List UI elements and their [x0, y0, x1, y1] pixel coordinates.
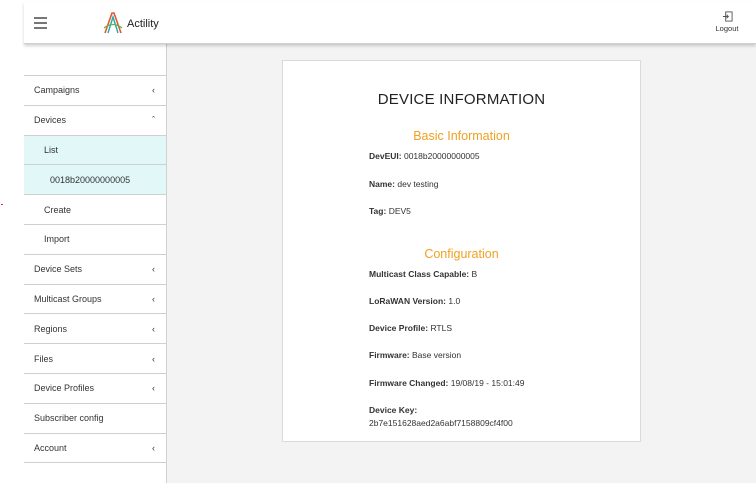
deveui-field: DevEUI: 0018b20000000005	[369, 151, 480, 161]
chevron-left-icon: ‹	[152, 293, 155, 304]
sidebar-item-label: Multicast Groups	[34, 293, 102, 304]
sidebar-item-label: 0018b20000000005	[50, 174, 131, 185]
device-profile-label: Device Profile:	[369, 323, 429, 333]
sidebar-item-label: List	[44, 144, 59, 155]
logout-label: Logout	[715, 24, 739, 33]
device-profile-field: Device Profile: RTLS	[369, 323, 452, 333]
device-key-value: 2b7e151628aed2a6abf7158809cf4f00	[369, 418, 513, 428]
chevron-left-icon: ‹	[152, 353, 155, 364]
sidebar-item-label: Account	[34, 442, 67, 453]
sidebar-item-label: Devices	[34, 115, 67, 126]
sidebar-item-create[interactable]: Create	[24, 195, 166, 225]
firmware-changed-label: Firmware Changed:	[369, 378, 449, 388]
deveui-value: 0018b20000000005	[403, 151, 480, 161]
sidebar-item-multicast-groups[interactable]: Multicast Groups ‹	[24, 285, 166, 315]
sidebar-item-device-0018b20000000005[interactable]: 0018b20000000005	[24, 165, 166, 196]
actility-logo-icon	[103, 12, 123, 34]
hamburger-menu-icon[interactable]	[34, 17, 47, 29]
sidebar-item-subscriber-config[interactable]: Subscriber config	[24, 404, 166, 434]
sidebar-item-campaigns[interactable]: Campaigns ‹	[24, 76, 166, 106]
sidebar-item-label: Files	[34, 353, 54, 364]
sidebar-item-label: Subscriber config	[34, 413, 104, 424]
lorawan-field: LoRaWAN Version: 1.0	[369, 296, 460, 306]
firmware-changed-value: 19/08/19 - 15:01:49	[450, 378, 525, 388]
firmware-label: Firmware:	[369, 350, 410, 360]
sidebar-item-label: Device Sets	[34, 264, 83, 275]
chevron-left-icon: ‹	[152, 264, 155, 275]
logout-button[interactable]: Logout	[712, 11, 742, 33]
actility-logo[interactable]: Actility	[102, 10, 159, 36]
sidebar: Campaigns ‹ Devices ˆ List 0018b20000000…	[24, 44, 167, 483]
deveui-label: DevEUI:	[369, 151, 402, 161]
device-key-label: Device Key:	[369, 405, 418, 415]
sidebar-menu: Campaigns ‹ Devices ˆ List 0018b20000000…	[24, 75, 166, 464]
top-bar: Actility Logout	[24, 2, 756, 44]
chevron-left-icon: ‹	[152, 323, 155, 334]
multicast-label: Multicast Class Capable:	[369, 269, 470, 279]
chevron-up-icon: ˆ	[152, 115, 155, 126]
name-value: dev testing	[397, 179, 439, 189]
sidebar-item-device-sets[interactable]: Device Sets ‹	[24, 255, 166, 285]
main-content: DEVICE INFORMATION Basic Information Dev…	[167, 44, 756, 483]
firmware-value: Base version	[412, 350, 462, 360]
name-label: Name:	[369, 179, 395, 189]
sidebar-item-list[interactable]: List	[24, 135, 166, 166]
configuration-heading: Configuration	[424, 247, 499, 261]
lorawan-value: 1.0	[448, 296, 461, 306]
device-info-card: DEVICE INFORMATION Basic Information Dev…	[282, 60, 641, 442]
sidebar-item-label: Regions	[34, 323, 68, 334]
chevron-left-icon: ‹	[152, 85, 155, 96]
tag-value: DEV5	[388, 206, 411, 216]
multicast-value: B	[471, 269, 478, 279]
sidebar-item-label: Import	[44, 234, 70, 245]
sidebar-item-files[interactable]: Files ‹	[24, 344, 166, 374]
sidebar-item-import[interactable]: Import	[24, 225, 166, 255]
tag-label: Tag:	[369, 206, 387, 216]
sidebar-item-device-profiles[interactable]: Device Profiles ‹	[24, 374, 166, 404]
firmware-changed-field: Firmware Changed: 19/08/19 - 15:01:49	[369, 378, 524, 388]
page-title: DEVICE INFORMATION	[377, 91, 546, 108]
sidebar-item-regions[interactable]: Regions ‹	[24, 314, 166, 345]
name-field: Name: dev testing	[369, 179, 438, 189]
chevron-left-icon: ‹	[152, 442, 155, 453]
firmware-field: Firmware: Base version	[369, 350, 461, 360]
sidebar-item-devices[interactable]: Devices ˆ	[24, 106, 166, 136]
sidebar-item-label: Create	[44, 204, 72, 215]
sidebar-item-label: Device Profiles	[34, 383, 95, 394]
lorawan-label: LoRaWAN Version:	[369, 296, 446, 306]
tag-field: Tag: DEV5	[369, 206, 411, 216]
device-key-field: Device Key: 2b7e151628aed2a6abf7158809cf…	[369, 405, 513, 428]
stray-mark	[1, 204, 3, 205]
sidebar-item-account[interactable]: Account ‹	[24, 434, 166, 464]
basic-info-heading: Basic Information	[413, 129, 510, 143]
sidebar-item-label: Campaigns	[34, 85, 80, 96]
logo-text: Actility	[127, 18, 159, 30]
multicast-field: Multicast Class Capable: B	[369, 269, 477, 279]
chevron-left-icon: ‹	[152, 383, 155, 394]
device-profile-value: RTLS	[430, 323, 453, 333]
logout-icon	[722, 11, 733, 22]
